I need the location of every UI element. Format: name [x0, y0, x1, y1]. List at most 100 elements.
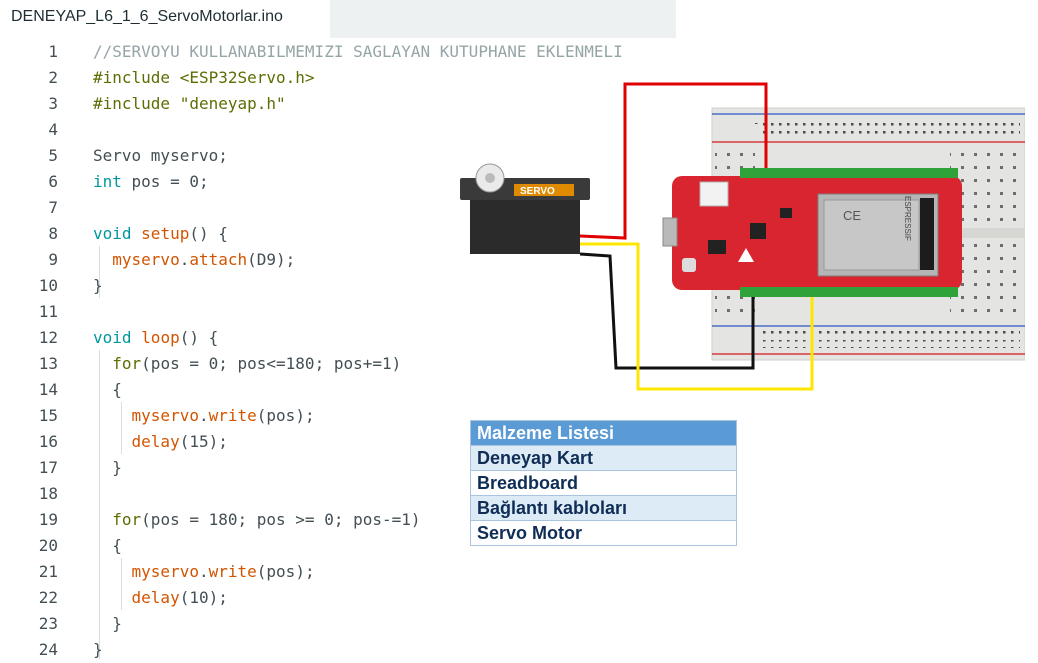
servo-shaft	[485, 173, 495, 183]
code-token: write	[208, 406, 257, 425]
code-text: #include "deneyap.h"	[93, 91, 286, 117]
tab-sketch-file[interactable]: DENEYAP_L6_1_6_ServoMotorlar.ino	[0, 0, 330, 38]
code-token: (D9);	[247, 250, 296, 269]
pin-header-top	[740, 168, 958, 178]
line-number: 1	[48, 42, 58, 61]
line-number: 20	[38, 536, 58, 555]
line-number: 2	[48, 68, 58, 87]
battery-connector	[699, 181, 729, 207]
code-token: }	[93, 614, 122, 633]
code-text: myservo.write(pos);	[93, 403, 315, 429]
code-token: setup	[141, 224, 190, 243]
code-line[interactable]: 23 }	[0, 611, 700, 637]
code-token: loop	[141, 328, 180, 347]
code-token: .	[198, 406, 209, 425]
servo-label: SERVO	[520, 186, 555, 197]
code-token: }	[93, 276, 103, 295]
code-token: myservo	[131, 406, 199, 425]
chip-ic	[780, 208, 792, 218]
breadboard-rail-holes	[760, 330, 1020, 338]
code-token: delay	[131, 432, 180, 451]
code-token: myservo	[112, 250, 180, 269]
code-token: () {	[189, 224, 228, 243]
code-text: #include <ESP32Servo.h>	[93, 65, 315, 91]
code-text: delay(10);	[93, 585, 228, 611]
servo-body	[470, 196, 580, 254]
breadboard-rail-holes	[760, 119, 1020, 127]
code-token: myservo	[131, 562, 199, 581]
line-number: 18	[38, 484, 58, 503]
code-line[interactable]: 21 myservo.write(pos);	[0, 559, 700, 585]
code-text: myservo.attach(D9);	[93, 247, 295, 273]
code-text: int pos = 0;	[93, 169, 209, 195]
code-token: (pos);	[256, 406, 315, 425]
code-token: Servo myservo;	[93, 146, 228, 165]
line-number: 24	[38, 640, 58, 659]
line-number: 11	[38, 302, 58, 321]
line-number: 21	[38, 562, 58, 581]
line-number: 7	[48, 198, 58, 217]
code-text: Servo myservo;	[93, 143, 228, 169]
code-text: {	[93, 533, 122, 559]
line-number: 19	[38, 510, 58, 529]
code-token: void	[93, 224, 132, 243]
code-token: void	[93, 328, 132, 347]
line-number: 14	[38, 380, 58, 399]
code-token: () {	[179, 328, 219, 347]
code-token: (pos = 180; pos >= 0; pos-=1)	[141, 510, 421, 529]
materials-item: Deneyap Kart	[471, 445, 736, 470]
usb-connector	[662, 217, 678, 247]
line-number: 16	[38, 432, 58, 451]
materials-item: Bağlantı kabloları	[471, 495, 736, 520]
code-text: void setup() {	[93, 221, 228, 247]
code-text: }	[93, 455, 122, 481]
line-number: 5	[48, 146, 58, 165]
ce-mark: CE	[843, 208, 861, 223]
reset-button	[682, 258, 696, 272]
code-text: for(pos = 180; pos >= 0; pos-=1)	[93, 507, 421, 533]
code-text: delay(15);	[93, 429, 228, 455]
code-line[interactable]: 24}	[0, 637, 700, 663]
chip-brand: ESPRESSIF	[903, 196, 912, 241]
code-token: {	[93, 536, 122, 555]
tab-filename: DENEYAP_L6_1_6_ServoMotorlar.ino	[11, 8, 283, 25]
code-token: .	[198, 562, 209, 581]
code-token: attach	[189, 250, 248, 269]
code-text: for(pos = 0; pos<=180; pos+=1)	[93, 351, 401, 377]
code-text: myservo.write(pos);	[93, 559, 315, 585]
code-token: for	[112, 354, 142, 373]
line-number: 10	[38, 276, 58, 295]
line-number: 15	[38, 406, 58, 425]
line-number: 3	[48, 94, 58, 113]
line-number: 23	[38, 614, 58, 633]
line-number: 17	[38, 458, 58, 477]
chip-ic	[750, 223, 766, 239]
code-token: #include "deneyap.h"	[93, 94, 286, 113]
code-token: write	[208, 562, 257, 581]
line-number: 22	[38, 588, 58, 607]
code-line[interactable]: 22 delay(10);	[0, 585, 700, 611]
code-token: int	[93, 172, 122, 191]
code-token: {	[93, 380, 122, 399]
code-text: }	[93, 273, 103, 299]
materials-item: Servo Motor	[471, 520, 736, 545]
code-token: }	[93, 458, 122, 477]
line-number: 6	[48, 172, 58, 191]
materials-header: Malzeme Listesi	[471, 421, 736, 445]
code-token: (pos = 0; pos<=180; pos+=1)	[141, 354, 402, 373]
line-number: 9	[48, 250, 58, 269]
line-number: 8	[48, 224, 58, 243]
pin-header-bottom	[740, 287, 958, 297]
code-token: (pos);	[256, 562, 315, 581]
code-token: pos = 0;	[121, 172, 209, 191]
code-text: }	[93, 637, 103, 663]
